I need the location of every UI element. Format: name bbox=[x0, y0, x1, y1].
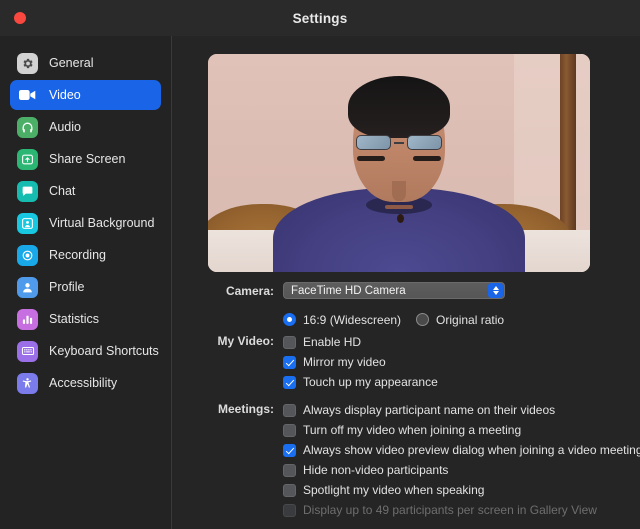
sidebar-item-virtual-background[interactable]: Virtual Background bbox=[10, 208, 161, 238]
keyboard-icon bbox=[17, 340, 38, 362]
checkbox-label: Hide non-video participants bbox=[303, 463, 449, 477]
sidebar-item-label: Virtual Background bbox=[49, 216, 155, 230]
virtual-background-icon bbox=[17, 212, 38, 234]
share-screen-icon bbox=[17, 148, 38, 170]
radio-original-ratio[interactable] bbox=[416, 313, 430, 326]
person-nose bbox=[392, 181, 406, 201]
sidebar-item-label: Keyboard Shortcuts bbox=[49, 344, 159, 358]
my-video-label: My Video: bbox=[217, 334, 274, 348]
checkbox-always-display-participant-name[interactable] bbox=[283, 403, 296, 417]
checkbox-row-touch-up-appearance[interactable]: Touch up my appearance bbox=[283, 372, 438, 392]
camera-select-value: FaceTime HD Camera bbox=[291, 284, 406, 297]
glasses-bridge bbox=[394, 141, 404, 144]
sidebar-item-video[interactable]: Video bbox=[10, 80, 161, 110]
checkbox-row-always-show-video-preview[interactable]: Always show video preview dialog when jo… bbox=[283, 440, 640, 460]
settings-window: Settings General Video Audio Share Scree… bbox=[0, 0, 640, 529]
person-eyebrow-left bbox=[357, 156, 385, 161]
bar-chart-icon bbox=[17, 308, 38, 330]
person-chin-mole bbox=[397, 214, 404, 223]
checkbox-row-mirror-my-video[interactable]: Mirror my video bbox=[283, 352, 386, 372]
camera-label: Camera: bbox=[225, 283, 274, 298]
video-preview-image bbox=[208, 54, 590, 272]
aspect-ratio-label: 16:9 (Widescreen) bbox=[303, 312, 402, 327]
chat-bubble-icon bbox=[17, 180, 38, 202]
sidebar-item-chat[interactable]: Chat bbox=[10, 176, 161, 206]
checkbox-row-always-display-participant-name[interactable]: Always display participant name on their… bbox=[283, 400, 555, 420]
sidebar-item-label: Chat bbox=[49, 184, 76, 198]
camera-row: Camera: FaceTime HD Camera bbox=[173, 280, 640, 301]
checkbox-label: Spotlight my video when speaking bbox=[303, 483, 485, 497]
title-bar: Settings bbox=[0, 0, 640, 36]
checkbox-label: Always show video preview dialog when jo… bbox=[303, 443, 640, 457]
person-hair bbox=[348, 76, 450, 138]
sidebar-item-label: Share Screen bbox=[49, 152, 126, 166]
aspect-ratio-row: 16:9 (Widescreen) Original ratio bbox=[173, 309, 640, 330]
checkbox-always-show-video-preview[interactable] bbox=[283, 443, 296, 457]
checkbox-enable-hd[interactable] bbox=[283, 335, 296, 349]
checkbox-hide-non-video-participants[interactable] bbox=[283, 463, 296, 477]
sidebar-item-label: Recording bbox=[49, 248, 106, 262]
sidebar-item-statistics[interactable]: Statistics bbox=[10, 304, 161, 334]
person-icon bbox=[17, 276, 38, 298]
checkbox-row-hide-non-video-participants[interactable]: Hide non-video participants bbox=[283, 460, 448, 480]
aspect-ratio-label: Original ratio bbox=[436, 312, 505, 327]
person-glasses bbox=[356, 134, 442, 151]
checkbox-mirror-my-video[interactable] bbox=[283, 355, 296, 369]
sidebar-item-recording[interactable]: Recording bbox=[10, 240, 161, 270]
checkbox-display-49-participants bbox=[283, 503, 296, 517]
sidebar-item-keyboard-shortcuts[interactable]: Keyboard Shortcuts bbox=[10, 336, 161, 366]
window-controls bbox=[14, 12, 26, 24]
checkbox-touch-up-appearance[interactable] bbox=[283, 375, 296, 389]
gear-icon bbox=[17, 52, 38, 74]
camera-select[interactable]: FaceTime HD Camera bbox=[283, 282, 505, 299]
sidebar: General Video Audio Share Screen Chat Vi… bbox=[0, 36, 172, 529]
video-preview bbox=[208, 54, 590, 272]
window-title: Settings bbox=[292, 10, 348, 26]
sidebar-item-share-screen[interactable]: Share Screen bbox=[10, 144, 161, 174]
sidebar-item-accessibility[interactable]: Accessibility bbox=[10, 368, 161, 398]
record-icon bbox=[17, 244, 38, 266]
sidebar-item-label: Video bbox=[49, 88, 81, 102]
video-settings-panel: Camera: FaceTime HD Camera 16:9 (Widescr… bbox=[173, 36, 640, 529]
sidebar-item-profile[interactable]: Profile bbox=[10, 272, 161, 302]
person-eyebrow-right bbox=[413, 156, 441, 161]
glasses-lens-right bbox=[407, 135, 442, 150]
checkbox-row-enable-hd[interactable]: Enable HD bbox=[283, 332, 361, 352]
sidebar-item-label: Statistics bbox=[49, 312, 100, 326]
checkbox-label: Enable HD bbox=[303, 335, 362, 349]
glasses-lens-left bbox=[356, 135, 391, 150]
checkbox-turn-off-my-video[interactable] bbox=[283, 423, 296, 437]
accessibility-icon bbox=[17, 372, 38, 394]
aspect-ratio-option-original[interactable]: Original ratio bbox=[416, 313, 504, 327]
headphones-icon bbox=[17, 116, 38, 138]
close-button[interactable] bbox=[14, 12, 26, 24]
person-mouth bbox=[385, 205, 413, 209]
settings-form: Camera: FaceTime HD Camera 16:9 (Widescr… bbox=[173, 280, 640, 522]
my-video-row: My Video: Enable HD Mirror my video Touc… bbox=[173, 332, 640, 392]
sidebar-item-general[interactable]: General bbox=[10, 48, 161, 78]
checkbox-label: Touch up my appearance bbox=[303, 375, 438, 389]
checkbox-label: Display up to 49 participants per screen… bbox=[303, 503, 597, 517]
checkbox-spotlight-my-video[interactable] bbox=[283, 483, 296, 497]
checkbox-label: Always display participant name on their… bbox=[303, 403, 556, 417]
sidebar-item-audio[interactable]: Audio bbox=[10, 112, 161, 142]
checkbox-label: Mirror my video bbox=[303, 355, 386, 369]
meetings-label: Meetings: bbox=[217, 402, 274, 416]
chevron-updown-icon[interactable] bbox=[488, 283, 503, 298]
sidebar-item-label: Accessibility bbox=[49, 376, 118, 390]
radio-widescreen[interactable] bbox=[283, 313, 296, 326]
sidebar-item-label: General bbox=[49, 56, 94, 70]
meetings-row: Meetings: Always display participant nam… bbox=[173, 400, 640, 520]
checkbox-row-turn-off-my-video[interactable]: Turn off my video when joining a meeting bbox=[283, 420, 521, 440]
video-camera-icon bbox=[17, 85, 38, 106]
sidebar-item-label: Profile bbox=[49, 280, 85, 294]
checkbox-row-spotlight-my-video[interactable]: Spotlight my video when speaking bbox=[283, 480, 484, 500]
checkbox-label: Turn off my video when joining a meeting bbox=[303, 423, 522, 437]
aspect-ratio-option-widescreen[interactable]: 16:9 (Widescreen) bbox=[283, 313, 401, 327]
sidebar-item-label: Audio bbox=[49, 120, 81, 134]
checkbox-row-display-49-participants: Display up to 49 participants per screen… bbox=[283, 500, 597, 520]
